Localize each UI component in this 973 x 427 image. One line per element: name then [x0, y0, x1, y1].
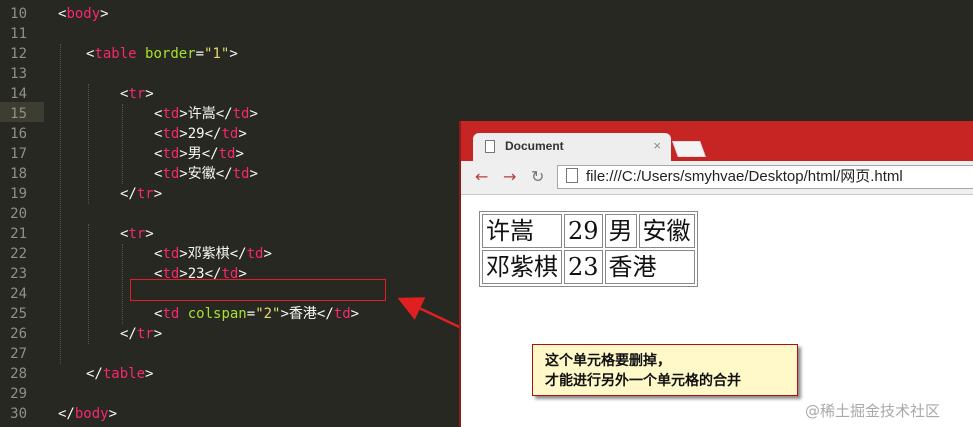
table-cell: 邓紫棋	[482, 250, 562, 284]
url-text: file:///C:/Users/smyhvae/Desktop/html/网页…	[586, 168, 903, 185]
table-cell: 安徽	[638, 214, 695, 248]
table-cell: 23	[564, 250, 603, 284]
table-cell-merged: 香港	[604, 250, 695, 284]
table-row: 邓紫棋 23 香港	[482, 250, 695, 284]
rendered-table: 许嵩 29 男 安徽 邓紫棋 23 香港	[479, 211, 698, 287]
tab-document[interactable]: Document ×	[473, 133, 671, 161]
watermark: @稀土掘金技术社区	[805, 402, 941, 420]
table-cell: 许嵩	[482, 214, 562, 248]
table-row: 许嵩 29 男 安徽	[482, 214, 695, 248]
new-tab-button[interactable]	[672, 141, 706, 157]
callout-line-2: 才能进行另外一个单元格的合并	[545, 373, 741, 389]
forward-arrow-icon[interactable]: →	[503, 167, 516, 186]
callout-line-1: 这个单元格要删掉，	[545, 353, 671, 369]
reload-icon[interactable]: ↻	[531, 167, 544, 186]
table-cell: 男	[604, 214, 637, 248]
close-tab-icon[interactable]: ×	[653, 138, 661, 153]
table-cell: 29	[564, 214, 603, 248]
tab-title: Document	[505, 139, 564, 153]
annotation-callout: 这个单元格要删掉， 才能进行另外一个单元格的合并	[532, 344, 798, 396]
address-bar[interactable]: file:///C:/Users/smyhvae/Desktop/html/网页…	[557, 165, 973, 189]
tab-strip: Document ×	[461, 121, 973, 161]
document-icon	[485, 140, 495, 153]
page-icon	[566, 168, 578, 183]
back-arrow-icon[interactable]: ←	[475, 167, 488, 186]
browser-toolbar: ← → ↻ file:///C:/Users/smyhvae/Desktop/h…	[461, 161, 973, 195]
